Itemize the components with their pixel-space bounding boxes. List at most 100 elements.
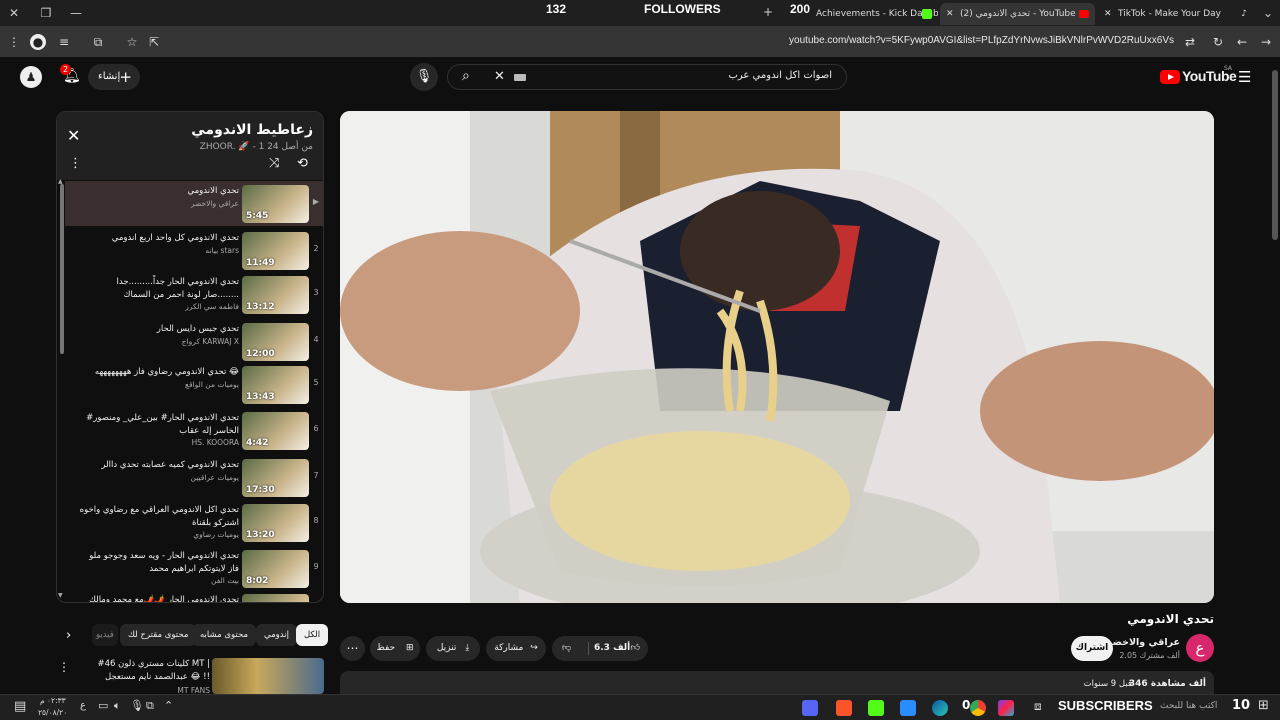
account-avatar[interactable]: ♟: [20, 66, 42, 88]
scroll-up-icon[interactable]: ▲: [58, 178, 63, 185]
recommended-video[interactable]: ⋮ #46 كلينات مستري ذلون MT | عبدالصمد نا…: [56, 656, 324, 695]
playlist-scrollbar[interactable]: [60, 184, 64, 354]
chips-next-icon[interactable]: ›: [66, 628, 71, 643]
playlist-item-channel: يوميات عراقيين: [190, 473, 240, 482]
playlist-item[interactable]: تحدي الاندومي الحار 🌶️🌶️مع محمد ومالك: [65, 590, 323, 602]
minimize-window-icon[interactable]: —: [68, 5, 84, 21]
notifications-button[interactable]: 🔔︎ 2: [60, 64, 81, 86]
new-tab-icon[interactable]: +: [760, 4, 776, 20]
duration-badge: 17:30: [246, 485, 275, 495]
reading-list-icon[interactable]: ≡: [56, 34, 72, 50]
duration-badge: 13:12: [246, 302, 275, 312]
tab-kick[interactable]: Achievements - Kick Dashboard: [808, 3, 938, 25]
playlist-item[interactable]: 2 11:49 تحدي الاندومي كل واحد اربع اندومي ب…: [65, 228, 323, 273]
playlist-item[interactable]: 3 13:12 تحدي الاندومي الحار جداً.........ج…: [65, 272, 323, 317]
close-window-icon[interactable]: ✕: [6, 5, 22, 21]
playlist-item[interactable]: 4 12:00 تحدي جبس دايس الحار كرواج KARWAJ X: [65, 319, 323, 364]
dislike-icon[interactable]: 👎︎: [562, 636, 571, 661]
subscribe-button[interactable]: اشتراك: [1071, 636, 1113, 661]
start-icon[interactable]: ⊞: [1258, 698, 1269, 713]
close-playlist-icon[interactable]: ✕: [67, 126, 80, 145]
search-icon[interactable]: ⌕: [462, 68, 470, 84]
discord-icon[interactable]: [802, 700, 818, 716]
edge-icon[interactable]: [932, 700, 948, 716]
shuffle-icon[interactable]: ⤨: [269, 156, 279, 171]
playlist-thumbnail: 8:02: [242, 550, 309, 588]
share-button[interactable]: مشاركة ↪: [486, 636, 546, 661]
playlist-thumbnail: [242, 594, 309, 602]
playlist-more-icon[interactable]: ⋮: [69, 156, 82, 171]
share-page-icon[interactable]: ⇱: [146, 34, 162, 50]
download-icon: ⤓: [465, 643, 470, 653]
playlist-item[interactable]: 5 13:43 تحدي الاندومي رضاوي فاز ههههههههه …: [65, 362, 323, 407]
playlist-item[interactable]: 7 17:30 تحدي الاندومي كميه عصابته تحدي داا…: [65, 455, 323, 500]
save-icon: ⊞: [406, 643, 414, 653]
save-button[interactable]: حفظ ⊞: [370, 636, 420, 661]
playlist-item[interactable]: 9 8:02 تحدي الاندومي الحار - ويه سعد وجوجو…: [65, 546, 323, 591]
keyboard-icon[interactable]: [514, 74, 526, 81]
create-button[interactable]: إنشاء +: [88, 64, 140, 90]
store-icon[interactable]: [900, 700, 916, 716]
app-icon[interactable]: [998, 700, 1014, 716]
reload-icon[interactable]: ↻: [1210, 34, 1226, 50]
taskbar-search-input[interactable]: اكتب هنا للبحث: [1160, 701, 1217, 711]
download-button[interactable]: تنزيل ⤓: [426, 636, 480, 661]
playlist-index: 8: [313, 516, 319, 525]
page-scrollbar[interactable]: [1272, 70, 1278, 240]
tab-close-icon[interactable]: ✕: [946, 3, 954, 25]
channel-avatar[interactable]: ع: [1186, 634, 1214, 662]
tab-youtube[interactable]: ✕ (2) تحدي الاندومي - YouTube: [940, 3, 1095, 25]
tab-tiktok[interactable]: ✕ TikTok - Make Your Day ♪: [1098, 3, 1253, 25]
search-box[interactable]: ⌕ ✕ اصوات اكل اندومي عرب: [447, 64, 847, 90]
tray-app-icon[interactable]: ⧉: [146, 699, 154, 713]
url-bar[interactable]: youtube.com/watch?v=5KFywp0AVGI&list=PLf…: [789, 35, 1174, 46]
back-icon[interactable]: ←: [1234, 34, 1250, 50]
chip-video[interactable]: فيديو: [92, 624, 118, 646]
volume-icon[interactable]: 🔈︎: [114, 699, 121, 713]
more-actions-button[interactable]: ⋯: [340, 636, 365, 661]
chip-indomie[interactable]: إندومي: [256, 624, 297, 646]
show-hidden-icons[interactable]: ⌃: [164, 699, 173, 712]
chip-all[interactable]: الكل: [296, 624, 329, 646]
rec-more-icon[interactable]: ⋮: [58, 660, 70, 674]
profile-icon[interactable]: ●: [30, 34, 46, 50]
channel-name[interactable]: عراقي والاخضر: [1107, 637, 1180, 648]
chip-recommended[interactable]: محتوى مقترح لك: [120, 624, 197, 646]
video-title: تحدي الاندومي: [1127, 612, 1214, 626]
forward-icon[interactable]: →: [1258, 34, 1274, 50]
search-input[interactable]: اصوات اكل اندومي عرب: [728, 70, 832, 81]
task-view-icon[interactable]: ⧈: [1034, 699, 1042, 714]
brave-icon[interactable]: [836, 700, 852, 716]
more-menu-icon[interactable]: ⋮: [6, 34, 22, 50]
mic-tray-icon[interactable]: 🎙︎: [130, 699, 144, 712]
chrome-icon[interactable]: [970, 700, 986, 716]
playlist-item[interactable]: 6 4:42 #تحدي الاندومي الحار# بين_علي_ ومنص…: [65, 408, 323, 453]
scroll-down-icon[interactable]: ▼: [58, 592, 63, 599]
video-player[interactable]: [340, 111, 1214, 603]
restore-window-icon[interactable]: ❐: [38, 5, 54, 21]
duration-badge: 12:00: [246, 349, 275, 359]
like-icon[interactable]: 👍︎: [631, 636, 640, 661]
extensions-icon[interactable]: ⧉: [90, 34, 106, 50]
language-indicator[interactable]: ع: [80, 700, 86, 711]
playlist-item[interactable]: 8 13:20 تحدي اكل الاندومي العراقي مع رضاوي…: [65, 500, 323, 545]
tab-search-icon[interactable]: ⌄: [1260, 5, 1276, 21]
notification-center-icon[interactable]: ▤: [14, 699, 26, 714]
loop-icon[interactable]: ⟲: [297, 156, 308, 171]
playlist-item[interactable]: ▶ 5:45 تحدي الاندومي عراقي والاخضر: [65, 181, 323, 226]
bookmark-star-icon[interactable]: ☆: [124, 34, 140, 50]
duration-badge: 8:02: [246, 576, 269, 586]
hamburger-menu-icon[interactable]: ☰: [1238, 68, 1251, 86]
playlist-title[interactable]: زعاطيط الاندومي: [191, 122, 313, 138]
playlist-item-channel: عراقي والاخضر: [190, 199, 239, 208]
clear-search-icon[interactable]: ✕: [494, 69, 505, 84]
voice-search-button[interactable]: 🎙︎: [410, 63, 438, 91]
like-count: 6.3 ألف: [594, 643, 631, 653]
network-icon[interactable]: ▭: [98, 699, 108, 712]
tab-close-icon[interactable]: ✕: [1104, 3, 1112, 25]
playlist-thumbnail: 13:20: [242, 504, 309, 542]
chip-related[interactable]: محتوى مشابه: [192, 624, 256, 646]
like-dislike-group: 👎︎ 6.3 ألف 👍︎: [552, 636, 648, 661]
kick-app-icon[interactable]: [868, 700, 884, 716]
site-settings-icon[interactable]: ⇄: [1182, 34, 1198, 50]
